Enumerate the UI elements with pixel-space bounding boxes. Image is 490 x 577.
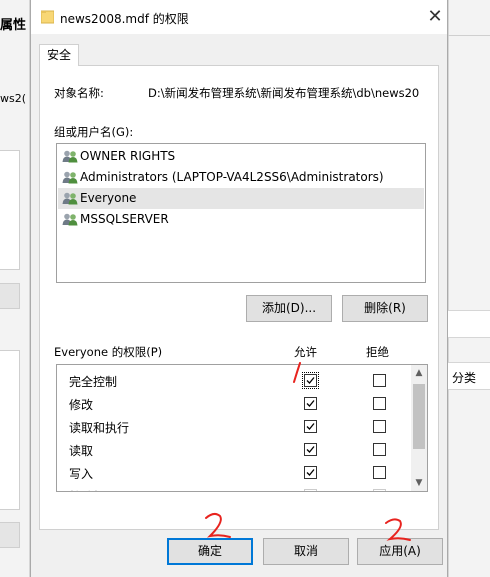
user-group-icon	[62, 192, 78, 205]
title-bar[interactable]: news2008.mdf 的权限 ✕	[31, 0, 447, 34]
permission-name: 读取	[69, 444, 94, 458]
permission-name: 写入	[69, 467, 94, 481]
user-group-icon	[62, 213, 78, 226]
background-panel	[0, 150, 20, 270]
user-name: MSSQLSERVER	[80, 212, 169, 226]
background-category-text: 分类	[452, 371, 477, 385]
permissions-label: Everyone 的权限(P)	[54, 345, 163, 359]
deny-checkbox[interactable]	[373, 489, 386, 491]
permissions-scrollbar[interactable]: ▲ ▼	[411, 365, 427, 491]
background-text-fragment: ws2(	[0, 92, 27, 105]
background-button	[0, 522, 20, 548]
folder-icon	[41, 10, 54, 24]
dialog-title: news2008.mdf 的权限	[60, 12, 189, 26]
close-icon[interactable]: ✕	[425, 7, 445, 27]
deny-checkbox[interactable]	[373, 466, 386, 479]
tab-security[interactable]: 安全	[39, 44, 79, 66]
allow-column-header: 允许	[294, 345, 317, 359]
scroll-up-icon[interactable]: ▲	[411, 365, 427, 381]
background-button	[0, 283, 20, 309]
deny-checkbox[interactable]	[373, 443, 386, 456]
background-text-fragment: 属性	[0, 18, 27, 33]
object-name-label: 对象名称:	[54, 86, 104, 100]
deny-column-header: 拒绝	[366, 345, 389, 359]
annotation-mark-2: 2	[205, 512, 231, 538]
permission-row: 修改	[57, 392, 411, 415]
annotation-mark-3: 2	[385, 518, 411, 541]
user-group-icon	[62, 150, 78, 163]
allow-checkbox[interactable]	[304, 443, 317, 456]
scrollbar-thumb[interactable]	[413, 384, 425, 449]
user-name: Everyone	[80, 191, 137, 205]
cancel-button[interactable]: 取消	[263, 538, 349, 565]
permission-name: 修改	[69, 398, 94, 412]
background-panel	[0, 350, 20, 510]
remove-button[interactable]: 删除(R)	[342, 295, 428, 322]
permission-row: 特殊权限	[57, 484, 411, 491]
user-list-item[interactable]: Everyone	[58, 188, 424, 209]
background-divider	[448, 35, 490, 36]
deny-checkbox[interactable]	[373, 420, 386, 433]
scroll-down-icon[interactable]: ▼	[411, 475, 427, 491]
deny-checkbox[interactable]	[373, 397, 386, 410]
user-list-item[interactable]: OWNER RIGHTS	[58, 146, 424, 167]
group-users-label: 组或用户名(G):	[54, 125, 134, 139]
permissions-list: 特殊权限 写入 读取 读取和执行 修改 完全控制 ▲ ▼	[56, 364, 428, 492]
permission-row: 完全控制	[57, 369, 411, 392]
allow-checkbox[interactable]	[304, 420, 317, 433]
security-tab-panel: 对象名称: D:\新闻发布管理系统\新闻发布管理系统\db\news20 组或用…	[39, 65, 439, 530]
user-group-icon	[62, 171, 78, 184]
users-listbox[interactable]: OWNER RIGHTS Administrators (LAPTOP-VA4L2…	[56, 143, 426, 283]
allow-checkbox[interactable]	[304, 489, 317, 491]
user-name: OWNER RIGHTS	[80, 149, 176, 163]
user-list-item[interactable]: MSSQLSERVER	[58, 209, 424, 230]
annotation-mark-1: 1	[293, 362, 301, 383]
add-button[interactable]: 添加(D)...	[246, 295, 332, 322]
permission-name: 读取和执行	[69, 421, 130, 435]
user-name: Administrators (LAPTOP-VA4L2SS6\Administ…	[80, 170, 384, 184]
background-window-right	[448, 0, 490, 577]
permission-name: 完全控制	[69, 375, 118, 389]
permission-row: 写入	[57, 461, 411, 484]
allow-checkbox[interactable]	[304, 466, 317, 479]
background-panel	[448, 310, 490, 338]
permission-row: 读取	[57, 438, 411, 461]
dialog-body: 安全 对象名称: D:\新闻发布管理系统\新闻发布管理系统\db\news20 …	[31, 34, 447, 577]
permissions-dialog: news2008.mdf 的权限 ✕ 安全 对象名称: D:\新闻发布管理系统\…	[30, 0, 448, 577]
permission-row: 读取和执行	[57, 415, 411, 438]
permission-name: 特殊权限	[69, 488, 117, 491]
deny-checkbox[interactable]	[373, 374, 386, 387]
object-name-value: D:\新闻发布管理系统\新闻发布管理系统\db\news20	[148, 86, 420, 100]
user-list-item[interactable]: Administrators (LAPTOP-VA4L2SS6\Administ…	[58, 167, 424, 188]
allow-checkbox[interactable]	[304, 397, 317, 410]
